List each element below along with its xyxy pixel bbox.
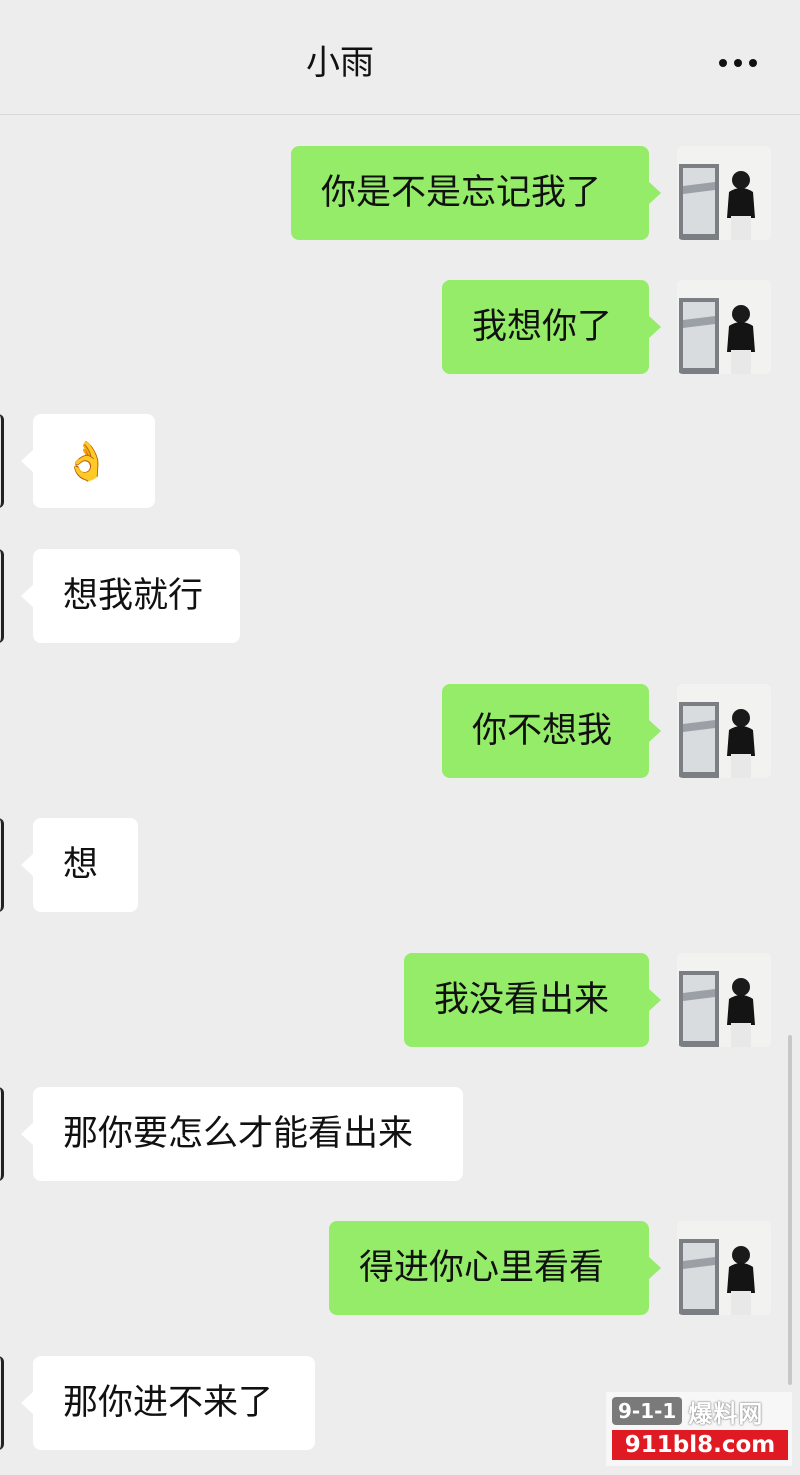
user-avatar[interactable] <box>677 280 771 374</box>
watermark-top: 9-1-1 爆料网 <box>612 1396 788 1428</box>
watermark-url: 911bl8.com <box>612 1430 788 1460</box>
message-bubble-incoming[interactable]: 👌 <box>21 414 155 508</box>
message-bubble-incoming[interactable]: 想 <box>21 818 138 912</box>
message-row: 你是不是忘记我了 <box>0 146 800 240</box>
watermark-badge: 9-1-1 <box>612 1397 683 1425</box>
contact-avatar[interactable] <box>0 818 4 912</box>
contact-avatar[interactable] <box>0 1087 4 1181</box>
message-bubble-outgoing[interactable]: 你是不是忘记我了 <box>291 146 661 240</box>
watermark: 9-1-1 爆料网 911bl8.com <box>606 1392 792 1466</box>
message-bubble-incoming[interactable]: 那你进不来了 <box>21 1356 315 1450</box>
message-bubble-outgoing[interactable]: 我没看出来 <box>404 953 661 1047</box>
message-row: 👌 <box>0 414 800 508</box>
contact-avatar[interactable] <box>0 1356 4 1450</box>
user-avatar[interactable] <box>677 146 771 240</box>
message-bubble-incoming[interactable]: 那你要怎么才能看出来 <box>21 1087 463 1181</box>
message-bubble-outgoing[interactable]: 我想你了 <box>442 280 661 374</box>
message-bubble-incoming[interactable]: 想我就行 <box>21 549 240 643</box>
chat-header: 小雨 <box>0 0 800 115</box>
user-avatar[interactable] <box>677 684 771 778</box>
message-row: 想我就行 <box>0 549 800 643</box>
message-row: 你不想我 <box>0 684 800 778</box>
message-row: 那你要怎么才能看出来 <box>0 1087 800 1181</box>
user-avatar[interactable] <box>677 1221 771 1315</box>
user-avatar[interactable] <box>677 953 771 1047</box>
message-row: 我想你了 <box>0 280 800 374</box>
chat-title: 小雨 <box>306 43 374 83</box>
contact-avatar[interactable] <box>0 549 4 643</box>
more-dots-icon[interactable] <box>716 48 760 78</box>
contact-avatar[interactable] <box>0 414 4 508</box>
scrollbar[interactable] <box>788 1035 792 1385</box>
message-row: 我没看出来 <box>0 953 800 1047</box>
message-row: 得进你心里看看 <box>0 1221 800 1315</box>
message-bubble-outgoing[interactable]: 得进你心里看看 <box>329 1221 661 1315</box>
watermark-name: 爆料网 <box>688 1399 764 1428</box>
message-bubble-outgoing[interactable]: 你不想我 <box>442 684 661 778</box>
message-row: 想 <box>0 818 800 912</box>
